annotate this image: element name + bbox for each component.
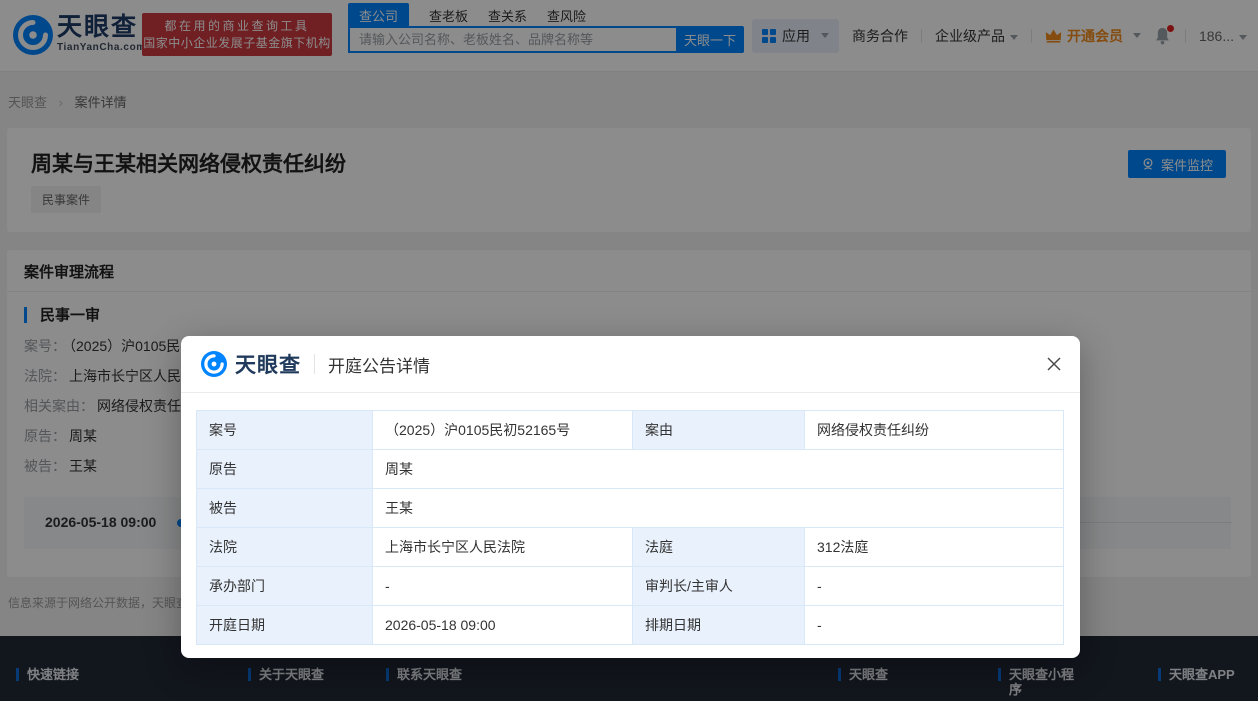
cell-label: 法庭 [633, 528, 805, 567]
hearing-detail-table: 案号 （2025）沪0105民初52165号 案由 网络侵权责任纠纷 原告 周某… [196, 410, 1064, 645]
table-row: 被告 王某 [197, 489, 1064, 528]
modal-brand: 天眼查 [235, 349, 301, 379]
cell-value: 周某 [373, 450, 1064, 489]
cell-value: - [805, 567, 1064, 606]
hearing-announcement-modal: 天眼查 开庭公告详情 案号 （2025）沪0105民初52165号 案由 网络侵… [181, 336, 1080, 658]
cell-value: 312法庭 [805, 528, 1064, 567]
cell-label: 审判长/主审人 [633, 567, 805, 606]
cell-value: - [373, 567, 633, 606]
table-row: 法院 上海市长宁区人民法院 法庭 312法庭 [197, 528, 1064, 567]
table-row: 案号 （2025）沪0105民初52165号 案由 网络侵权责任纠纷 [197, 411, 1064, 450]
cell-value: 上海市长宁区人民法院 [373, 528, 633, 567]
table-row: 开庭日期 2026-05-18 09:00 排期日期 - [197, 606, 1064, 645]
modal-title: 开庭公告详情 [328, 352, 430, 377]
cell-label: 被告 [197, 489, 373, 528]
cell-label: 案由 [633, 411, 805, 450]
table-row: 承办部门 - 审判长/主审人 - [197, 567, 1064, 606]
divider [314, 354, 315, 374]
cell-value: 王某 [373, 489, 1064, 528]
cell-value: （2025）沪0105民初52165号 [373, 411, 633, 450]
table-row: 原告 周某 [197, 450, 1064, 489]
cell-label: 案号 [197, 411, 373, 450]
cell-value: - [805, 606, 1064, 645]
cell-label: 承办部门 [197, 567, 373, 606]
cell-label: 法院 [197, 528, 373, 567]
cell-value: 2026-05-18 09:00 [373, 606, 633, 645]
cell-label: 排期日期 [633, 606, 805, 645]
cell-label: 开庭日期 [197, 606, 373, 645]
modal-header: 天眼查 开庭公告详情 [181, 336, 1080, 393]
page-root: 天眼查 TianYanCha.com 都在用的商业查询工具 国家中小企业发展子基… [0, 0, 1258, 701]
modal-close-button[interactable] [1042, 353, 1066, 377]
tianyancha-logo-icon [201, 351, 227, 377]
close-icon [1045, 355, 1063, 373]
cell-value: 网络侵权责任纠纷 [805, 411, 1064, 450]
cell-label: 原告 [197, 450, 373, 489]
